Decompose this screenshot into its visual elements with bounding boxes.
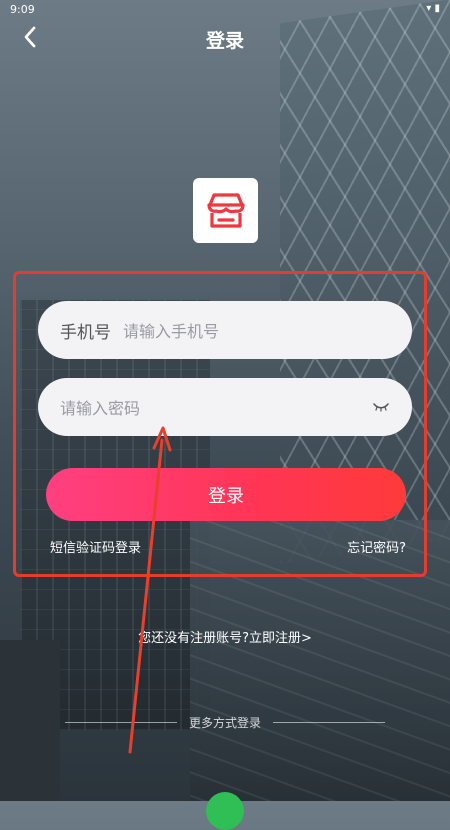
divider-right xyxy=(273,721,386,723)
phone-placeholder: 请输入手机号 xyxy=(123,322,220,341)
register-link[interactable]: 您还没有注册账号?立即注册> xyxy=(0,627,450,646)
page-title: 登录 xyxy=(205,30,244,52)
wechat-login-icon[interactable] xyxy=(206,792,244,830)
divider-left xyxy=(65,721,177,723)
phone-label: 手机号 xyxy=(60,322,111,343)
password-placeholder: 请输入密码 xyxy=(60,399,141,418)
more-login-label: 更多方式登录 xyxy=(189,715,262,730)
status-icons: ▾ ▮ xyxy=(426,3,440,14)
store-icon xyxy=(206,192,245,228)
login-button[interactable]: 登录 xyxy=(46,468,406,521)
more-login-methods: 更多方式登录 xyxy=(65,712,386,732)
forgot-password-link[interactable]: 忘记密码? xyxy=(347,537,406,556)
battery-icon: ▮ xyxy=(434,3,440,14)
app-logo xyxy=(193,178,258,243)
building-corner xyxy=(0,640,60,801)
sms-login-link[interactable]: 短信验证码登录 xyxy=(50,537,141,556)
status-time: 9:09 xyxy=(10,3,35,16)
eye-closed-icon[interactable] xyxy=(372,401,390,413)
phone-input[interactable]: 手机号 请输入手机号 xyxy=(38,301,412,359)
status-bar: 9:09 ▾ ▮ xyxy=(0,0,450,20)
password-input[interactable]: 请输入密码 xyxy=(38,378,412,436)
wifi-icon: ▾ xyxy=(426,3,432,14)
